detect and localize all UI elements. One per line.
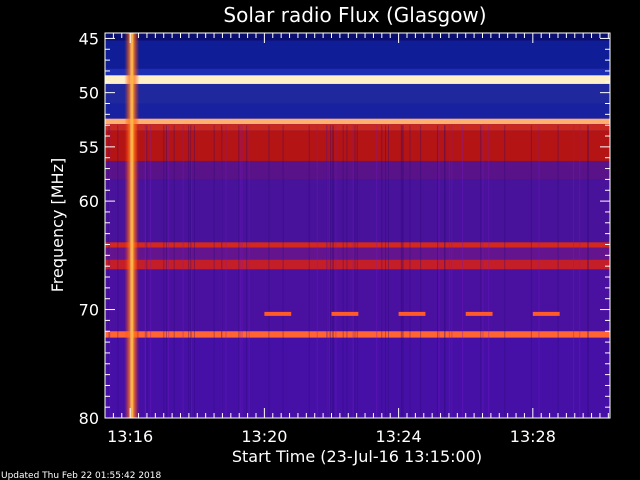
streak — [402, 125, 404, 418]
streak — [504, 125, 506, 418]
streak — [238, 125, 240, 418]
streak — [538, 125, 540, 418]
y-tick-label: 50 — [79, 84, 99, 103]
streak — [354, 125, 356, 418]
frequency-band — [105, 118, 610, 125]
updated-timestamp: Updated Thu Feb 22 01:55:42 2018 — [1, 471, 162, 480]
y-tick-label: 60 — [79, 192, 99, 211]
streak — [173, 125, 175, 418]
streak — [488, 125, 490, 418]
streak — [401, 125, 403, 418]
streak — [438, 125, 440, 418]
streak — [213, 125, 215, 418]
streak — [248, 125, 250, 418]
interference-blip — [264, 311, 292, 316]
streak — [308, 125, 310, 418]
streak — [165, 125, 167, 418]
streak — [163, 125, 165, 418]
streak — [188, 125, 190, 418]
streak — [437, 125, 439, 418]
streak — [482, 125, 484, 418]
frequency-band — [105, 75, 610, 84]
streak — [145, 125, 147, 418]
plot-area — [105, 33, 610, 418]
streak — [352, 125, 354, 418]
streak — [191, 125, 193, 418]
y-tick-label: 45 — [79, 29, 99, 48]
x-axis-label: Start Time (23-Jul-16 13:15:00) — [232, 447, 482, 466]
x-tick-label: 13:24 — [376, 427, 422, 446]
y-tick-label: 55 — [79, 138, 99, 157]
interference-blip — [398, 311, 426, 316]
streak — [221, 125, 223, 418]
streak — [400, 125, 402, 418]
streak — [557, 125, 559, 418]
streak — [168, 125, 170, 418]
x-tick-label: 13:16 — [107, 427, 153, 446]
streak — [376, 125, 378, 418]
streak — [356, 125, 358, 418]
frequency-band — [105, 40, 610, 69]
frequency-band — [105, 68, 610, 76]
streak — [316, 125, 318, 418]
streak — [326, 125, 328, 418]
streak — [332, 125, 334, 418]
streak — [117, 125, 119, 418]
streak — [420, 125, 422, 418]
streak — [579, 125, 581, 418]
streak — [150, 125, 152, 418]
x-tick-label: 13:20 — [241, 427, 287, 446]
streak — [409, 125, 411, 418]
streak — [381, 125, 383, 418]
y-tick-label: 70 — [79, 301, 99, 320]
streak — [109, 125, 111, 418]
x-tick-label: 13:28 — [510, 427, 556, 446]
streak — [587, 125, 589, 418]
streak — [480, 125, 482, 418]
streak — [444, 125, 446, 418]
frequency-band — [105, 83, 610, 104]
interference-blip — [532, 311, 560, 316]
frequency-band — [105, 103, 610, 119]
interference-blip — [465, 311, 493, 316]
streak — [330, 125, 332, 418]
interference-blip — [331, 311, 359, 316]
streak — [146, 125, 148, 418]
y-axis-label: Frequency [MHz] — [48, 158, 67, 292]
streak — [268, 125, 270, 418]
streak — [385, 125, 387, 418]
streak — [573, 125, 575, 418]
radio-burst — [124, 33, 140, 418]
streak — [530, 125, 532, 418]
streak — [335, 125, 337, 418]
streak — [246, 125, 248, 418]
streak — [241, 125, 243, 418]
streak — [451, 125, 453, 418]
chart-title: Solar radio Flux (Glasgow) — [223, 3, 486, 27]
spectrogram-figure: Solar radio Flux (Glasgow) 455055607080 … — [1, 3, 611, 480]
streak — [239, 125, 241, 418]
streak — [225, 125, 227, 418]
y-tick-label: 80 — [79, 409, 99, 428]
burst-core — [130, 33, 133, 418]
streak — [388, 125, 390, 418]
streak — [346, 125, 348, 418]
streak — [282, 125, 284, 418]
streak — [462, 125, 464, 418]
streak — [193, 125, 195, 418]
streak — [342, 125, 344, 418]
streak — [448, 125, 450, 418]
streak — [182, 125, 184, 418]
streak — [328, 125, 330, 418]
streak — [190, 125, 192, 418]
